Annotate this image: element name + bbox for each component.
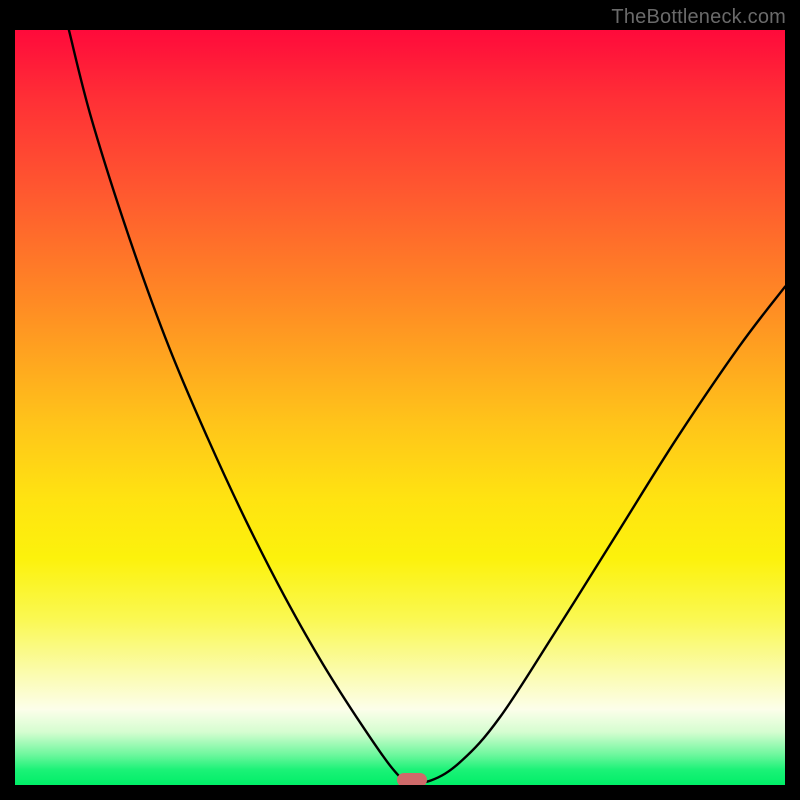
bottleneck-curve xyxy=(15,30,785,785)
plot-area xyxy=(15,30,785,785)
chart-frame: TheBottleneck.com xyxy=(0,0,800,800)
attribution-text: TheBottleneck.com xyxy=(611,6,786,29)
optimum-marker xyxy=(397,773,427,785)
curve-path xyxy=(69,30,785,783)
